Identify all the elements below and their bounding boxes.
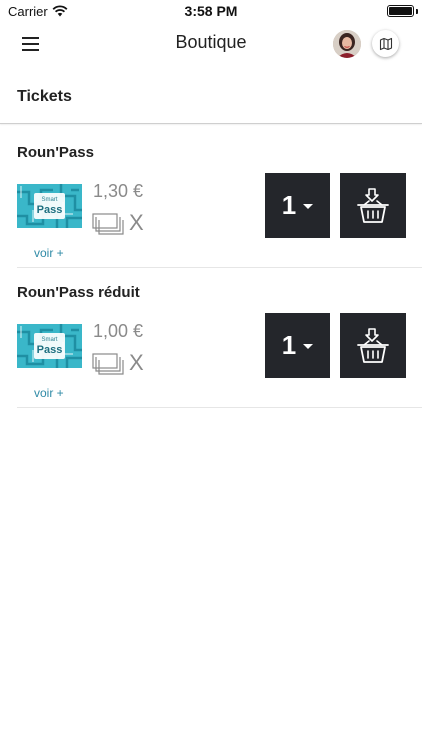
product-card: Roun'Pass Smart Pass 1,30 € X 1 voir + [0,125,422,268]
ticket-card-image: Smart Pass [17,184,82,228]
card-brand-top: Smart [41,337,57,343]
chevron-down-icon [303,204,314,209]
card-brand-main: Pass [37,204,63,216]
card-brand-main: Pass [37,344,63,356]
card-brand-top: Smart [41,197,57,203]
map-icon [379,37,392,50]
add-to-basket-button[interactable] [340,173,406,238]
add-to-basket-button[interactable] [340,313,406,378]
ticket-card-image: Smart Pass [17,324,82,368]
basket-add-icon [357,327,389,363]
map-button[interactable] [372,30,399,57]
quantity-multiplier: X [129,210,144,235]
product-name: Roun'Pass réduit [17,284,140,301]
avatar[interactable] [333,30,361,58]
avatar-image [333,30,361,58]
status-time: 3:58 PM [184,3,238,19]
chevron-down-icon [303,344,314,349]
basket-add-icon [357,187,389,223]
quantity-select[interactable]: 1 [265,313,330,378]
status-bar: Carrier 3:58 PM [0,0,422,22]
navigation-bar: Boutique [0,22,422,66]
divider [17,407,422,408]
product-price: 1,00 € [93,321,144,341]
battery-tip [416,9,418,14]
quantity-value: 1 [281,330,297,360]
see-more-link[interactable]: voir + [34,386,64,400]
see-more-link[interactable]: voir + [34,246,64,260]
tickets-icon [92,353,124,375]
quantity-multiplier: X [129,350,144,375]
battery-icon [387,5,414,17]
tickets-icon [92,213,124,235]
section-title: Tickets [17,88,72,105]
quantity-value: 1 [281,190,297,220]
product-card: Roun'Pass réduit Smart Pass 1,00 € X 1 v… [0,265,422,408]
section-header: Tickets [0,66,422,124]
quantity-select[interactable]: 1 [265,173,330,238]
product-price: 1,30 € [93,181,144,201]
product-name: Roun'Pass [17,144,94,161]
